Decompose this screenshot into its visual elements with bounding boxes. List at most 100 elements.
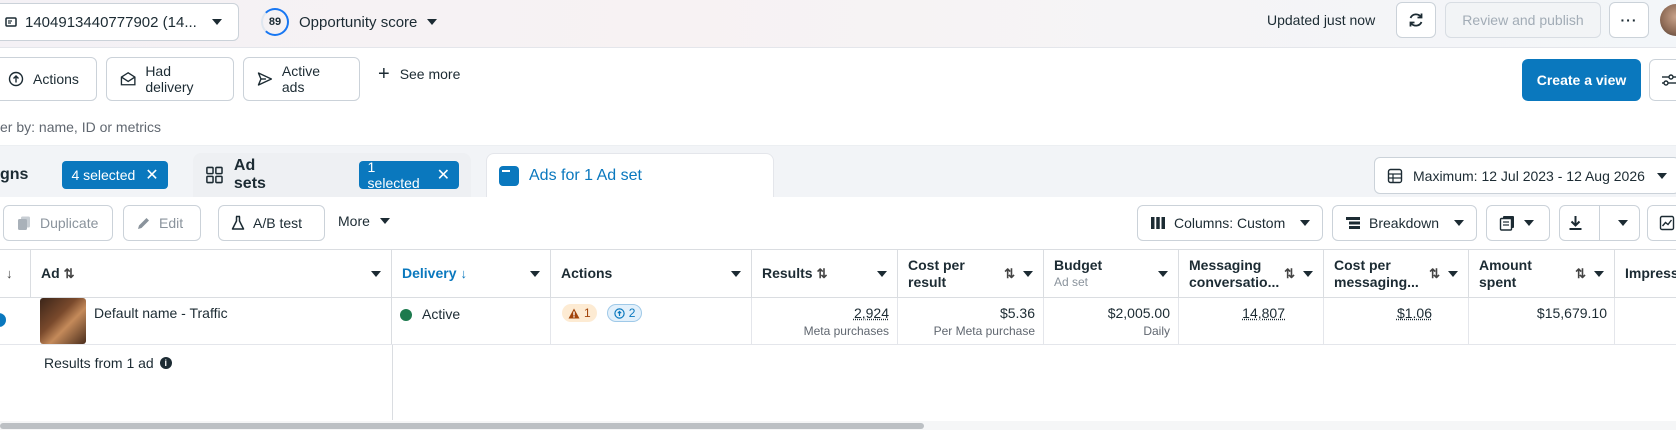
ad-thumbnail[interactable] bbox=[40, 298, 86, 344]
tab-label: Ads for 1 Ad set bbox=[529, 167, 642, 185]
sort-icon[interactable]: ⇅ bbox=[1004, 266, 1015, 282]
ad-window-icon bbox=[499, 166, 519, 186]
create-view-button[interactable]: Create a view bbox=[1522, 59, 1641, 101]
calendar-grid-icon bbox=[1387, 168, 1403, 184]
charts-button[interactable] bbox=[1647, 205, 1676, 241]
chevron-down-icon[interactable] bbox=[371, 271, 381, 277]
chevron-down-icon[interactable] bbox=[1158, 271, 1168, 277]
ad-name[interactable]: Default name - Traffic bbox=[94, 305, 228, 321]
breakdown-button[interactable]: Breakdown bbox=[1332, 205, 1477, 241]
ellipsis-icon: ··· bbox=[1621, 12, 1638, 28]
header-ad[interactable]: Ad ⇅ bbox=[31, 250, 392, 297]
header-cost-per-messaging[interactable]: Cost per messaging... ⇅ bbox=[1324, 250, 1469, 297]
cell-messaging: 14,807 bbox=[1179, 298, 1324, 344]
chevron-down-icon[interactable] bbox=[1023, 271, 1033, 277]
scrollbar-thumb[interactable] bbox=[0, 423, 924, 429]
ab-test-label: A/B test bbox=[253, 215, 302, 231]
info-icon[interactable]: i bbox=[160, 357, 172, 369]
header-impressions[interactable]: Impress bbox=[1615, 250, 1676, 297]
chevron-down-icon[interactable] bbox=[731, 271, 741, 277]
sort-down-icon[interactable]: ↓ bbox=[460, 266, 467, 281]
pencil-icon bbox=[136, 216, 151, 231]
reports-button[interactable] bbox=[1486, 205, 1550, 241]
bottom-spacer bbox=[0, 430, 1676, 447]
close-icon[interactable]: ✕ bbox=[145, 165, 158, 185]
chevron-down-icon[interactable] bbox=[877, 271, 887, 277]
divider bbox=[392, 345, 393, 420]
header-label: Ad bbox=[41, 265, 60, 281]
ab-test-button[interactable]: A/B test bbox=[218, 205, 325, 241]
filter-chip-had-delivery[interactable]: Had delivery bbox=[106, 57, 234, 101]
tab-ad-sets[interactable]: Ad sets 1 selected ✕ bbox=[193, 153, 471, 197]
search-input[interactable] bbox=[0, 119, 600, 135]
header-sublabel: Ad set bbox=[1054, 274, 1158, 291]
sort-icon[interactable]: ⇅ bbox=[1575, 266, 1586, 282]
date-range-picker[interactable]: Maximum: 12 Jul 2023 - 12 Aug 2026 bbox=[1374, 157, 1676, 194]
breakdown-icon bbox=[1345, 216, 1361, 230]
account-selector[interactable]: 1404913440777902 (14... bbox=[0, 3, 239, 41]
tab-label: Ad sets bbox=[234, 157, 289, 193]
refresh-icon bbox=[1407, 11, 1425, 29]
refresh-button[interactable] bbox=[1396, 2, 1436, 38]
grid-icon bbox=[205, 165, 224, 185]
header-label: Delivery bbox=[402, 265, 456, 281]
messaging-value[interactable]: 14,807 bbox=[1242, 305, 1285, 321]
chevron-down-icon[interactable] bbox=[1594, 271, 1604, 277]
results-sublabel: Meta purchases bbox=[752, 324, 889, 338]
export-button[interactable] bbox=[1559, 205, 1640, 241]
sort-icon[interactable]: ⇅ bbox=[1284, 266, 1295, 282]
filter-chip-actions[interactable]: Actions bbox=[0, 57, 97, 101]
header-actions[interactable]: Actions bbox=[551, 250, 752, 297]
warning-badge[interactable]: 1 bbox=[562, 304, 597, 322]
table-row[interactable]: Default name - Traffic Active 1 2 2,924 … bbox=[0, 298, 1676, 345]
header-amount-spent[interactable]: Amount spent ⇅ bbox=[1469, 250, 1615, 297]
columns-button[interactable]: Columns: Custom bbox=[1137, 205, 1323, 241]
cost-per-messaging-value[interactable]: $1.06 bbox=[1397, 305, 1432, 321]
see-more-label: See more bbox=[400, 66, 461, 82]
filter-settings-button[interactable] bbox=[1649, 59, 1676, 101]
header-messaging-conversations[interactable]: Messaging conversatio... ⇅ bbox=[1179, 250, 1324, 297]
table-header: ↓ Ad ⇅ Delivery ↓ Actions Results ⇅ Cost pe… bbox=[0, 249, 1676, 298]
chevron-down-icon[interactable] bbox=[1303, 271, 1313, 277]
adsets-selected-badge[interactable]: 1 selected ✕ bbox=[359, 161, 459, 189]
tab-campaigns[interactable]: gns 4 selected ✕ bbox=[0, 153, 184, 197]
see-more-button[interactable]: + See more bbox=[378, 66, 460, 82]
account-label: 1404913440777902 (14... bbox=[25, 14, 204, 31]
budget-value: $2,005.00 bbox=[1044, 305, 1170, 321]
warning-count: 1 bbox=[584, 306, 591, 320]
results-value[interactable]: 2,924 bbox=[854, 305, 889, 321]
score-ring: 89 bbox=[261, 8, 289, 36]
sort-arrow-icon: ↓ bbox=[6, 266, 13, 281]
sort-icon[interactable]: ⇅ bbox=[64, 266, 75, 281]
more-options-button[interactable]: ··· bbox=[1609, 2, 1649, 38]
score-label: Opportunity score bbox=[299, 14, 417, 31]
recommendation-badge[interactable]: 2 bbox=[607, 304, 643, 322]
chip-label: Active ads bbox=[282, 63, 346, 95]
edit-label: Edit bbox=[159, 215, 183, 231]
opportunity-score[interactable]: 89 Opportunity score bbox=[261, 8, 437, 36]
more-actions-button[interactable]: More bbox=[338, 213, 390, 229]
duplicate-button[interactable]: Duplicate bbox=[3, 205, 113, 241]
tab-ads[interactable]: Ads for 1 Ad set bbox=[486, 153, 774, 197]
close-icon[interactable]: ✕ bbox=[437, 165, 450, 185]
duplicate-label: Duplicate bbox=[40, 215, 98, 231]
header-cost-per-result[interactable]: Cost per result ⇅ bbox=[898, 250, 1044, 297]
results-summary-label: Results from 1 ad bbox=[44, 355, 154, 371]
export-options-button[interactable] bbox=[1608, 206, 1639, 240]
filter-chip-active-ads[interactable]: Active ads bbox=[243, 57, 360, 101]
chevron-down-icon[interactable] bbox=[530, 271, 540, 277]
sort-icon[interactable]: ⇅ bbox=[1429, 266, 1440, 282]
campaigns-selected-badge[interactable]: 4 selected ✕ bbox=[62, 161, 167, 189]
edit-button[interactable]: Edit bbox=[123, 205, 201, 241]
review-publish-button[interactable]: Review and publish bbox=[1445, 2, 1601, 38]
header-select[interactable]: ↓ bbox=[0, 250, 31, 297]
sort-icon[interactable]: ⇅ bbox=[817, 266, 828, 281]
chevron-down-icon bbox=[1618, 220, 1628, 226]
flask-icon bbox=[231, 215, 245, 231]
chevron-down-icon[interactable] bbox=[1448, 271, 1458, 277]
header-delivery[interactable]: Delivery ↓ bbox=[392, 250, 551, 297]
badge-label: 1 selected bbox=[368, 159, 427, 191]
header-budget[interactable]: Budget Ad set bbox=[1044, 250, 1179, 297]
download-button[interactable] bbox=[1560, 206, 1591, 240]
header-results[interactable]: Results ⇅ bbox=[752, 250, 898, 297]
